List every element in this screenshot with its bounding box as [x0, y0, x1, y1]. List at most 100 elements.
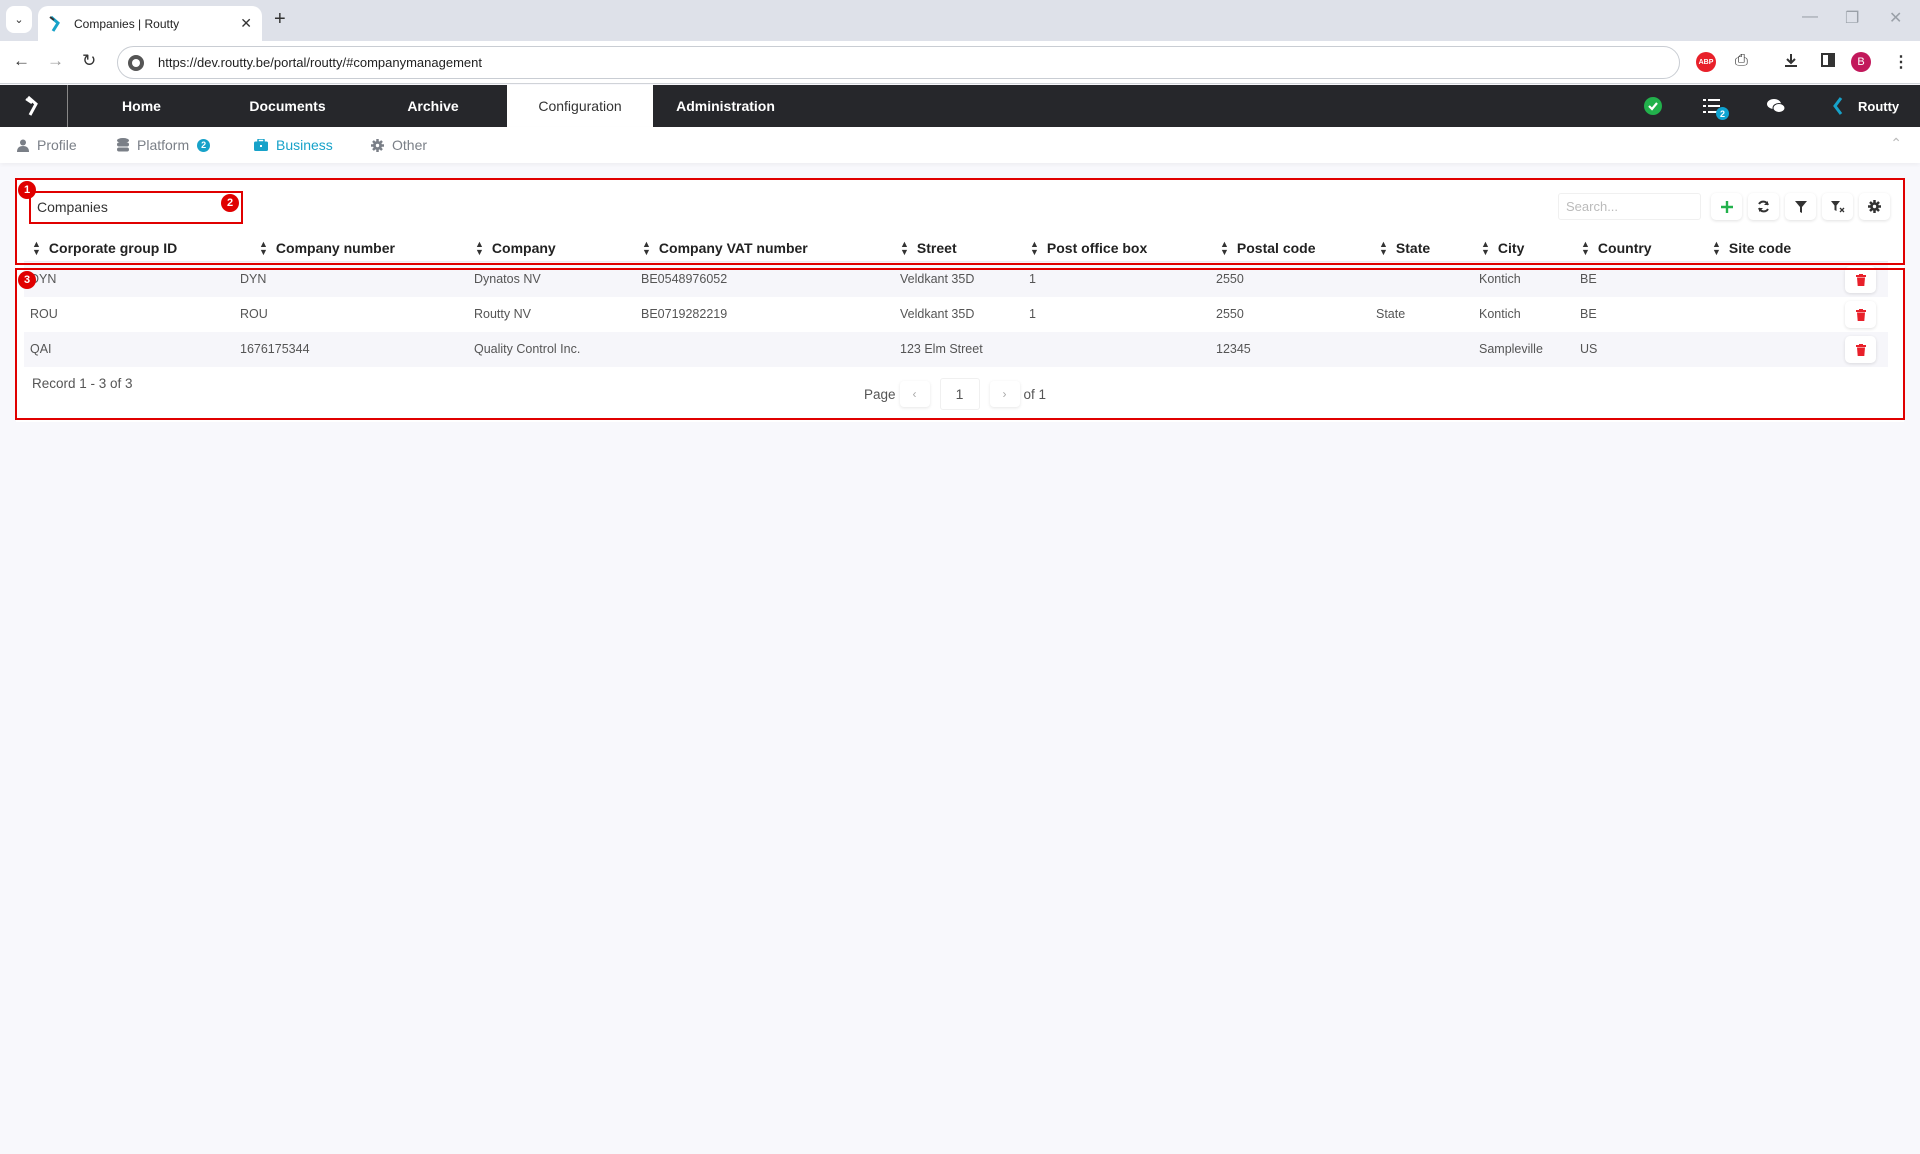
cell-corporate-group-id: ROU — [30, 307, 58, 321]
adblock-extension-icon[interactable]: ABP — [1696, 52, 1716, 72]
download-icon[interactable] — [1783, 52, 1799, 68]
sub-navigation: Profile Platform 2 Business Other ⌃ — [0, 127, 1920, 163]
address-bar[interactable]: https://dev.routty.be/portal/routty/#com… — [117, 46, 1680, 79]
reload-icon[interactable]: ↻ — [82, 51, 96, 71]
sort-icon: ▲ ▼ — [900, 239, 909, 257]
tab-title: Companies | Routty — [74, 16, 180, 31]
extensions-puzzle-icon[interactable]: ⎙ — [1735, 52, 1748, 70]
status-ok-icon[interactable] — [1644, 85, 1662, 127]
cell-company-vat-number: BE0548976052 — [641, 272, 728, 286]
page-number-input[interactable] — [939, 378, 980, 410]
subnav-business-label: Business — [276, 137, 333, 153]
delete-button[interactable] — [1845, 301, 1876, 328]
nav-administration[interactable]: Administration — [653, 85, 798, 127]
column-header-country[interactable]: ▲ ▼ Country — [1581, 240, 1652, 257]
add-button[interactable] — [1711, 193, 1742, 220]
minimize-icon[interactable]: — — [1802, 8, 1818, 26]
grid-title: Companies — [37, 199, 108, 215]
cell-country: US — [1580, 342, 1598, 356]
briefcase-icon — [254, 139, 268, 151]
table-row[interactable]: DYN DYN Dynatos NV BE0548976052 Veldkant 35D… — [24, 262, 1888, 297]
column-header-state[interactable]: ▲ ▼ State — [1379, 239, 1430, 257]
cell-company: Dynatos NV — [474, 272, 541, 286]
prev-page-button[interactable]: ‹ — [899, 381, 930, 407]
browser-tab-strip: ⌄ Companies | Routty ✕ + — ❐ ✕ — [0, 0, 1920, 41]
sort-icon: ▲ ▼ — [1030, 239, 1039, 257]
nav-documents[interactable]: Documents — [215, 85, 360, 127]
delete-button[interactable] — [1845, 266, 1876, 293]
tab-search-button[interactable]: ⌄ — [6, 6, 32, 33]
cell-country: BE — [1580, 272, 1597, 286]
annotation-marker-1: 1 — [18, 181, 36, 199]
refresh-button[interactable] — [1748, 193, 1779, 220]
browser-menu-icon[interactable]: ⋮ — [1893, 52, 1909, 72]
new-tab-button[interactable]: + — [274, 8, 286, 31]
tasks-button[interactable]: 2 — [1703, 85, 1729, 127]
subnav-business[interactable]: Business — [254, 127, 333, 163]
subnav-platform[interactable]: Platform 2 — [117, 127, 211, 163]
next-page-button[interactable]: › — [989, 381, 1020, 407]
column-header-corporate-group-id[interactable]: ▲ ▼ Corporate group ID — [32, 240, 177, 257]
cell-post-office-box: 1 — [1029, 307, 1036, 321]
restore-icon[interactable]: ❐ — [1845, 8, 1859, 28]
cell-street: Veldkant 35D — [900, 272, 975, 286]
sort-icon: ▲ ▼ — [259, 239, 268, 257]
cell-company-number: ROU — [240, 307, 268, 321]
nav-archive[interactable]: Archive — [360, 85, 506, 127]
browser-tab[interactable]: Companies | Routty ✕ — [38, 6, 262, 41]
routty-logo-icon — [24, 95, 38, 116]
page-label: Page — [864, 386, 896, 402]
chevron-left-icon: ‹ — [912, 387, 917, 401]
column-header-post-office-box[interactable]: ▲ ▼ Post office box — [1030, 239, 1147, 257]
filter-button[interactable] — [1785, 193, 1816, 220]
column-header-street[interactable]: ▲ ▼ Street — [900, 239, 957, 257]
cell-city: Sampleville — [1479, 342, 1543, 356]
routty-logo[interactable] — [0, 85, 68, 127]
table-row[interactable]: QAI 1676175344 Quality Control Inc. 123 Elm… — [24, 332, 1888, 367]
back-arrow-icon[interactable]: ← — [13, 51, 30, 71]
column-header-company[interactable]: ▲ ▼ Company — [475, 239, 556, 257]
site-info-icon[interactable] — [128, 54, 144, 71]
cell-postal-code: 2550 — [1216, 272, 1244, 286]
column-header-postal-code[interactable]: ▲ ▼ Postal code — [1220, 240, 1316, 257]
chat-icon[interactable] — [1766, 85, 1786, 127]
side-panel-icon[interactable] — [1820, 52, 1836, 68]
subnav-profile-label: Profile — [37, 137, 77, 153]
nav-home[interactable]: Home — [68, 85, 215, 127]
tasks-badge: 2 — [1716, 107, 1729, 120]
sort-icon: ▲ ▼ — [475, 239, 484, 257]
cell-city: Kontich — [1479, 272, 1521, 286]
profile-avatar[interactable]: B — [1851, 52, 1871, 72]
user-menu[interactable]: Routty — [1832, 85, 1899, 127]
delete-button[interactable] — [1845, 336, 1876, 363]
subnav-profile[interactable]: Profile — [17, 127, 77, 163]
subnav-other-label: Other — [392, 137, 428, 153]
plus-icon — [1720, 200, 1733, 213]
settings-button[interactable] — [1859, 193, 1890, 220]
annotation-marker-3: 3 — [18, 271, 36, 289]
table-header: ▲ ▼ Corporate group ID ▲ ▼ Company number ▲ ▼… — [24, 236, 1888, 264]
gear-icon — [1868, 200, 1881, 213]
close-tab-icon[interactable]: ✕ — [240, 15, 252, 32]
table-row[interactable]: ROU ROU Routty NV BE0719282219 Veldkant 35D 1… — [24, 297, 1888, 332]
column-header-company-number[interactable]: ▲ ▼ Company number — [259, 239, 395, 257]
chevron-right-icon: › — [1002, 387, 1007, 401]
search-input[interactable] — [1558, 193, 1701, 220]
database-icon — [117, 138, 129, 152]
clear-filter-button[interactable] — [1822, 193, 1853, 220]
forward-arrow-icon[interactable]: → — [47, 51, 64, 71]
subnav-other[interactable]: Other — [371, 127, 427, 163]
column-header-city[interactable]: ▲ ▼ City — [1481, 239, 1524, 257]
collapse-chevron-up-icon[interactable]: ⌃ — [1890, 135, 1902, 152]
routty-favicon-icon — [48, 15, 64, 32]
sort-icon: ▲ ▼ — [1379, 239, 1388, 257]
nav-configuration[interactable]: Configuration — [507, 85, 653, 127]
column-header-company-vat-number[interactable]: ▲ ▼ Company VAT number — [642, 240, 808, 257]
column-header-site-code[interactable]: ▲ ▼ Site code — [1712, 240, 1791, 257]
record-count: Record 1 - 3 of 3 — [32, 376, 133, 391]
window-close-icon[interactable]: ✕ — [1889, 8, 1902, 28]
sort-icon: ▲ ▼ — [1481, 239, 1490, 257]
cell-company-number: 1676175344 — [240, 342, 310, 356]
cell-street: 123 Elm Street — [900, 342, 983, 356]
routty-mark-icon — [1833, 97, 1843, 115]
